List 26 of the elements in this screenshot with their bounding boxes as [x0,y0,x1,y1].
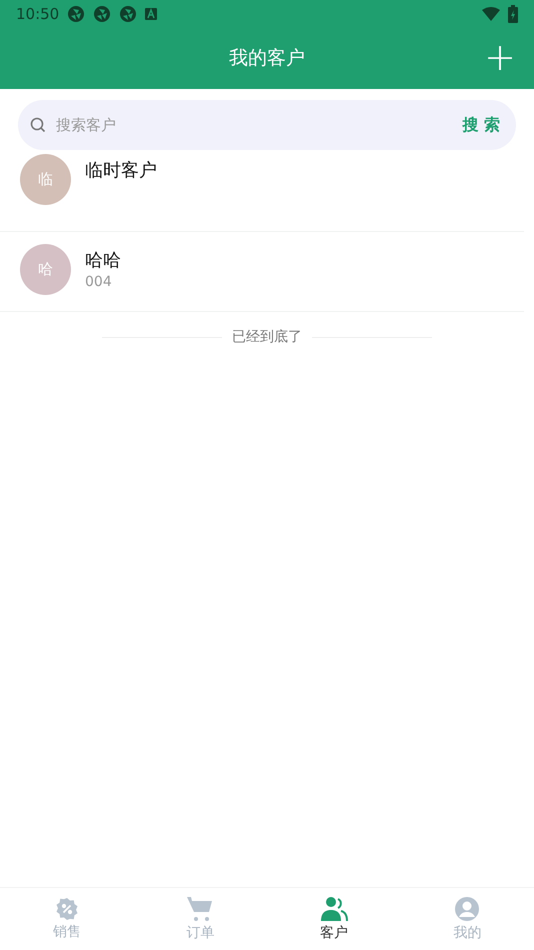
keyboard-a-icon [145,8,158,20]
nav-tab[interactable]: 客户 [267,888,400,950]
battery-icon [508,4,518,22]
nav-tab[interactable]: 销售 [0,888,134,950]
discount-badge-icon [54,897,79,921]
search-icon [30,117,46,133]
customer-name[interactable]: 哈哈 [85,248,524,272]
end-of-list-text: 已经到底了 [232,328,302,346]
customer-code: 004 [85,274,113,290]
nav-tab[interactable]: 订单 [134,888,267,950]
status-time: 10:50 [16,4,60,22]
page-title: 我的客户 [229,46,305,71]
avatar: 临 [20,154,71,205]
wifi-icon [482,6,500,20]
nav-tab[interactable]: 我的 [400,888,534,950]
person-icon [320,896,348,922]
aperture-icon [119,4,138,22]
search-field[interactable]: 搜索客户 搜 索 [18,100,516,150]
add-button[interactable]: + [480,37,520,77]
person-icon [454,896,480,922]
cart-icon [186,896,214,922]
aperture-icon [67,4,86,22]
customer-name[interactable]: 临时客户 [85,158,524,182]
search-button[interactable]: 搜 索 [462,114,500,136]
avatar: 哈 [20,244,71,295]
aperture-icon [93,4,112,22]
